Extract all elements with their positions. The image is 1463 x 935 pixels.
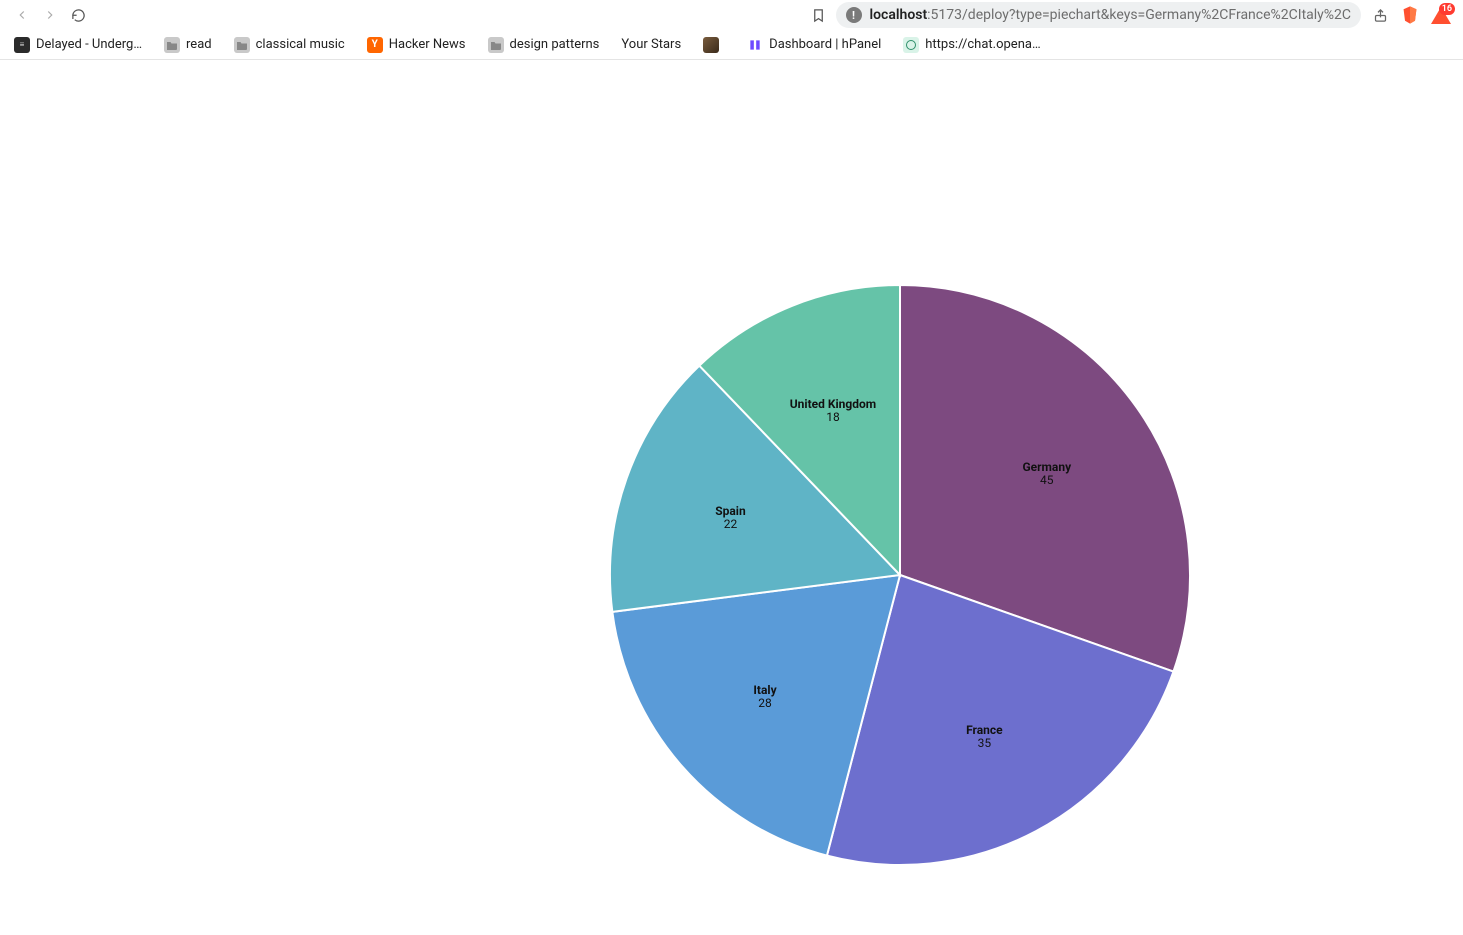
bookmark-label: Hacker News	[389, 37, 466, 52]
site-favicon	[747, 37, 763, 53]
url-rest: :5173/deploy?type=piechart&keys=Germany%…	[927, 7, 1351, 23]
url-host: localhost	[870, 7, 928, 23]
bookmark-label: Your Stars	[621, 37, 681, 52]
bookmark-item[interactable]: design patterns	[488, 37, 600, 53]
share-button[interactable]	[1369, 8, 1391, 23]
bookmarks-bar: ≡ Delayed - Underg… read classical music Y Ha…	[0, 30, 1463, 60]
bookmark-item[interactable]: read	[164, 37, 212, 53]
bookmark-item[interactable]: ≡ Delayed - Underg…	[14, 37, 142, 53]
bookmark-page-button[interactable]	[806, 8, 832, 23]
pie-chart: Germany45France35Italy28Spain22United Ki…	[0, 60, 1463, 935]
bookmark-label: Delayed - Underg…	[36, 37, 142, 52]
bookmark-label: read	[186, 37, 212, 52]
brave-rewards-icon[interactable]: 16	[1429, 5, 1453, 25]
address-bar[interactable]: ! localhost:5173/deploy?type=piechart&ke…	[836, 2, 1362, 28]
site-info-icon[interactable]: !	[846, 7, 862, 23]
brave-shield-icon[interactable]	[1401, 5, 1419, 25]
rewards-count: 16	[1439, 3, 1455, 15]
site-favicon	[903, 37, 919, 53]
nav-back-button[interactable]	[10, 3, 34, 27]
bookmark-item[interactable]: classical music	[234, 37, 345, 53]
url-text: localhost:5173/deploy?type=piechart&keys…	[870, 7, 1352, 23]
bookmark-item[interactable]: Y Hacker News	[367, 37, 466, 53]
bookmark-item[interactable]	[703, 37, 725, 53]
browser-chrome: ! localhost:5173/deploy?type=piechart&ke…	[0, 0, 1463, 60]
bookmark-label: https://chat.opena…	[925, 37, 1040, 52]
site-favicon: Y	[367, 37, 383, 53]
bookmark-item[interactable]: Dashboard | hPanel	[747, 37, 881, 53]
page-content: Germany45France35Italy28Spain22United Ki…	[0, 60, 1463, 935]
site-favicon: ≡	[14, 37, 30, 53]
bookmark-label: design patterns	[510, 37, 600, 52]
folder-icon	[488, 37, 504, 53]
bookmark-item[interactable]: https://chat.opena…	[903, 37, 1040, 53]
reload-button[interactable]	[66, 3, 90, 27]
folder-icon	[164, 37, 180, 53]
bookmark-label: classical music	[256, 37, 345, 52]
bookmark-label: Dashboard | hPanel	[769, 37, 881, 52]
nav-forward-button[interactable]	[38, 3, 62, 27]
site-favicon	[703, 37, 719, 53]
toolbar: ! localhost:5173/deploy?type=piechart&ke…	[0, 0, 1463, 30]
bookmark-item[interactable]: Your Stars	[621, 37, 681, 52]
folder-icon	[234, 37, 250, 53]
